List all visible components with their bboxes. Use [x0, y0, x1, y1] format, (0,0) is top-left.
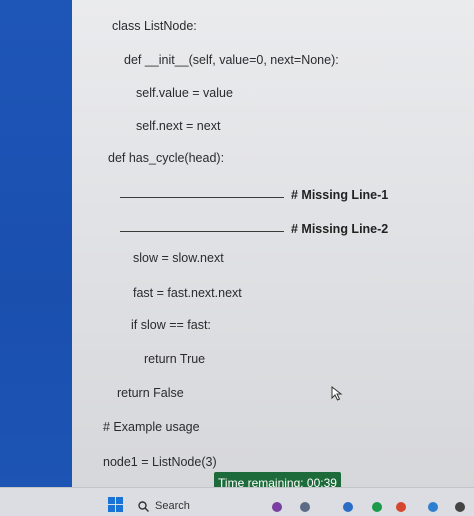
- code-line-node1-assign: node1 = ListNode(3): [103, 455, 217, 469]
- missing-line-1-label: # Missing Line-1: [291, 188, 389, 202]
- code-line-self-value: self.value = value: [136, 86, 233, 100]
- tray-app-icon-3[interactable]: [343, 502, 353, 512]
- code-line-has-cycle-def: def has_cycle(head):: [108, 151, 225, 165]
- mouse-pointer-icon: [331, 386, 343, 401]
- taskbar-search[interactable]: Search: [138, 497, 238, 515]
- code-line-init-def: def __init__(self, value=0, next=None):: [124, 53, 339, 67]
- blue-side-panel: [0, 0, 72, 487]
- search-label: Search: [155, 500, 190, 512]
- code-line-if-check: if slow == fast:: [131, 318, 211, 332]
- windows-start-icon[interactable]: [108, 497, 124, 513]
- code-line-self-next: self.next = next: [136, 119, 221, 133]
- tray-app-icon-5[interactable]: [396, 502, 406, 512]
- code-line-slow-assign: slow = slow.next: [133, 251, 224, 265]
- tray-app-icon-7[interactable]: [455, 502, 465, 512]
- code-line-return-false: return False: [117, 386, 184, 400]
- code-document: [72, 0, 474, 487]
- code-line-fast-assign: fast = fast.next.next: [133, 286, 242, 300]
- code-line-class-def: class ListNode:: [112, 19, 197, 33]
- tray-app-icon-6[interactable]: [428, 502, 438, 512]
- code-line-return-true: return True: [144, 352, 206, 366]
- missing-line-2-label: # Missing Line-2: [291, 222, 389, 236]
- missing-line-1-blank: [120, 197, 284, 198]
- missing-line-2-blank: [120, 231, 284, 232]
- code-line-example-comment: # Example usage: [103, 420, 200, 434]
- tray-app-icon-1[interactable]: [272, 502, 282, 512]
- search-icon: [138, 500, 149, 512]
- tray-app-icon-2[interactable]: [300, 502, 310, 512]
- tray-app-icon-4[interactable]: [372, 502, 382, 512]
